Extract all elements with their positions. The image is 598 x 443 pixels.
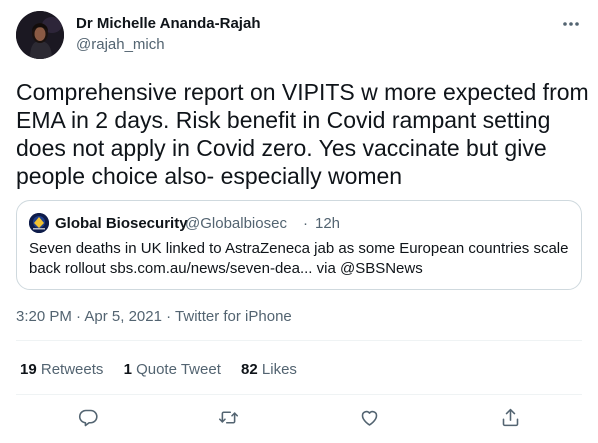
likes-stat[interactable]: 82 Likes	[241, 361, 297, 378]
quoted-timestamp: 12h	[315, 215, 341, 232]
meta-separator: ·	[76, 308, 82, 325]
quoted-separator: ·	[303, 215, 308, 232]
likes-count: 82	[241, 361, 258, 378]
reply-icon	[78, 409, 98, 426]
quotes-label: Quote Tweet	[136, 361, 221, 378]
author-handle[interactable]: @rajah_mich	[76, 36, 165, 53]
ellipsis-icon	[563, 22, 579, 26]
tweet-time[interactable]: 3:20 PM	[16, 308, 72, 325]
quoted-author-handle: @Globalbiosec	[185, 215, 287, 232]
retweets-label: Retweets	[40, 361, 104, 378]
like-button[interactable]	[357, 405, 381, 429]
tweet-text: Comprehensive report on VIPITS w more ex…	[16, 79, 589, 189]
tweet-source[interactable]: Twitter for iPhone	[175, 308, 292, 325]
quoted-avatar	[29, 213, 49, 233]
author-name[interactable]: Dr Michelle Ananda-Rajah	[76, 15, 260, 32]
retweet-button[interactable]	[216, 405, 240, 429]
meta-separator: ·	[166, 308, 172, 325]
more-options-button[interactable]	[556, 12, 586, 36]
quoted-tweet[interactable]: Global Biosecurity @Globalbiosec · 12h S…	[16, 200, 582, 290]
divider	[16, 394, 582, 395]
quote-tweets-stat[interactable]: 1 Quote Tweet	[124, 361, 221, 378]
tweet-date[interactable]: Apr 5, 2021	[84, 308, 162, 325]
retweets-count: 19	[20, 361, 37, 378]
tweet-stats: 19 Retweets 1 Quote Tweet 82 Likes	[20, 361, 313, 378]
retweet-icon	[218, 410, 238, 424]
share-button[interactable]	[498, 405, 522, 429]
tweet-detail: Dr Michelle Ananda-Rajah @rajah_mich Com…	[0, 0, 598, 443]
divider	[16, 340, 582, 341]
tweet-meta: 3:20 PM · Apr 5, 2021 · Twitter for iPho…	[16, 308, 292, 325]
retweets-stat[interactable]: 19 Retweets	[20, 361, 103, 378]
author-avatar[interactable]	[16, 11, 64, 59]
share-icon	[502, 408, 518, 426]
quoted-text: Seven deaths in UK linked to AstraZeneca…	[29, 240, 569, 277]
quotes-count: 1	[123, 361, 132, 378]
quoted-author-name: Global Biosecurity	[55, 215, 188, 232]
likes-label: Likes	[261, 361, 297, 378]
heart-icon	[361, 410, 377, 426]
reply-button[interactable]	[76, 405, 100, 429]
